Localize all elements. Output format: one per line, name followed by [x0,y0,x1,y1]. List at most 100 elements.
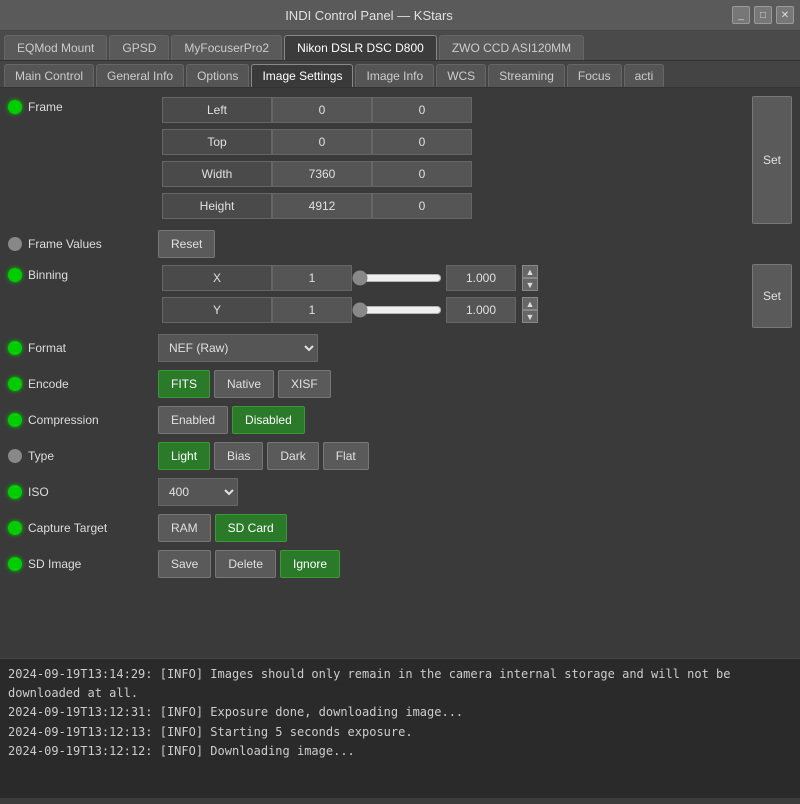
sd-image-save-button[interactable]: Save [158,550,211,578]
close-button[interactable]: ✕ [776,6,794,24]
frame-width-val1[interactable] [272,161,372,187]
format-indicator [8,341,22,355]
sd-image-delete-button[interactable]: Delete [215,550,276,578]
minimize-button[interactable]: _ [732,6,750,24]
binning-x-val[interactable] [272,265,352,291]
device-tab-focuser[interactable]: MyFocuserPro2 [171,35,282,60]
tab-general-info[interactable]: General Info [96,64,184,87]
tab-acti[interactable]: acti [624,64,665,87]
frame-rows [162,96,746,224]
reset-button[interactable]: Reset [158,230,215,258]
type-dark-button[interactable]: Dark [267,442,318,470]
device-tabs: EQMod Mount GPSD MyFocuserPro2 Nikon DSL… [0,31,800,61]
encode-label: Encode [28,377,158,391]
binning-y-slider[interactable] [352,302,442,318]
encode-native-button[interactable]: Native [214,370,274,398]
binning-x-up[interactable]: ▲ [522,265,538,278]
compression-disabled-button[interactable]: Disabled [232,406,305,434]
sd-image-label: SD Image [28,557,158,571]
type-bias-button[interactable]: Bias [214,442,263,470]
device-tab-zwo[interactable]: ZWO CCD ASI120MM [439,35,584,60]
frame-values-label: Frame Values [28,237,158,251]
frame-left-val1[interactable] [272,97,372,123]
compression-enabled-button[interactable]: Enabled [158,406,228,434]
tab-main-control[interactable]: Main Control [4,64,94,87]
format-controls: NEF (Raw) JPEG TIFF [158,334,792,362]
binning-section: Binning ▲ ▼ [8,264,792,328]
binning-y-label [162,297,272,323]
iso-dropdown[interactable]: 100 200 400 800 1600 3200 [158,478,238,506]
frame-row-height [162,192,746,220]
compression-indicator [8,413,22,427]
page-tabs: Main Control General Info Options Image … [0,61,800,88]
sd-image-row: SD Image Save Delete Ignore [8,548,792,580]
capture-target-label: Capture Target [28,521,158,535]
sd-image-controls: Save Delete Ignore [158,550,792,578]
frame-top-val1[interactable] [272,129,372,155]
binning-y-down[interactable]: ▼ [522,310,538,323]
binning-x-spinner[interactable] [446,265,516,291]
encode-fits-button[interactable]: FITS [158,370,210,398]
compression-row: Compression Enabled Disabled [8,404,792,436]
capture-target-controls: RAM SD Card [158,514,792,542]
frame-width-val2[interactable] [372,161,472,187]
encode-row: Encode FITS Native XISF [8,368,792,400]
binning-x-slider[interactable] [352,270,442,286]
tab-wcs[interactable]: WCS [436,64,486,87]
log-entry-2: 2024-09-19T13:12:31: [INFO] Exposure don… [8,703,792,722]
binning-y-val[interactable] [272,297,352,323]
sd-image-ignore-button[interactable]: Ignore [280,550,340,578]
tab-focus[interactable]: Focus [567,64,622,87]
sd-image-indicator [8,557,22,571]
tab-image-settings[interactable]: Image Settings [251,64,353,87]
app-title: INDI Control Panel — KStars [6,8,732,23]
iso-controls: 100 200 400 800 1600 3200 [158,478,792,506]
frame-top-val2[interactable] [372,129,472,155]
type-light-button[interactable]: Light [158,442,210,470]
binning-row-x: ▲ ▼ [162,264,746,292]
frame-height-val2[interactable] [372,193,472,219]
binning-x-label [162,265,272,291]
log-entry-1: 2024-09-19T13:14:29: [INFO] Images shoul… [8,665,792,703]
binning-y-spinner[interactable] [446,297,516,323]
maximize-button[interactable]: □ [754,6,772,24]
frame-indicator [8,100,22,114]
tab-options[interactable]: Options [186,64,249,87]
frame-row-left [162,96,746,124]
tab-streaming[interactable]: Streaming [488,64,565,87]
binning-y-slider-container: ▲ ▼ [352,297,538,323]
binning-x-slider-container: ▲ ▼ [352,265,538,291]
type-controls: Light Bias Dark Flat [158,442,792,470]
iso-row: ISO 100 200 400 800 1600 3200 [8,476,792,508]
device-tab-gpsd[interactable]: GPSD [109,35,169,60]
format-label: Format [28,341,158,355]
log-entry-3: 2024-09-19T13:12:13: [INFO] Starting 5 s… [8,723,792,742]
tab-image-info[interactable]: Image Info [355,64,434,87]
frame-top-label [162,129,272,155]
capture-target-ram-button[interactable]: RAM [158,514,211,542]
iso-indicator [8,485,22,499]
device-tab-nikon[interactable]: Nikon DSLR DSC D800 [284,35,437,60]
frame-row-width [162,160,746,188]
capture-target-sd-button[interactable]: SD Card [215,514,287,542]
encode-xisf-button[interactable]: XISF [278,370,331,398]
iso-label: ISO [28,485,158,499]
frame-values-controls: Reset [158,230,792,258]
binning-x-down[interactable]: ▼ [522,278,538,291]
window-controls[interactable]: _ □ ✕ [732,6,794,24]
frame-height-val1[interactable] [272,193,372,219]
frame-left-val2[interactable] [372,97,472,123]
frame-height-label [162,193,272,219]
format-dropdown[interactable]: NEF (Raw) JPEG TIFF [158,334,318,362]
log-area: 2024-09-19T13:14:29: [INFO] Images shoul… [0,658,800,798]
frame-values-row: Frame Values Reset [8,228,792,260]
type-label: Type [28,449,158,463]
binning-set-button[interactable]: Set [752,264,792,328]
title-bar: INDI Control Panel — KStars _ □ ✕ [0,0,800,31]
frame-label: Frame [28,100,158,114]
encode-controls: FITS Native XISF [158,370,792,398]
device-tab-eqmod[interactable]: EQMod Mount [4,35,107,60]
frame-set-button[interactable]: Set [752,96,792,224]
binning-y-up[interactable]: ▲ [522,297,538,310]
type-flat-button[interactable]: Flat [323,442,369,470]
